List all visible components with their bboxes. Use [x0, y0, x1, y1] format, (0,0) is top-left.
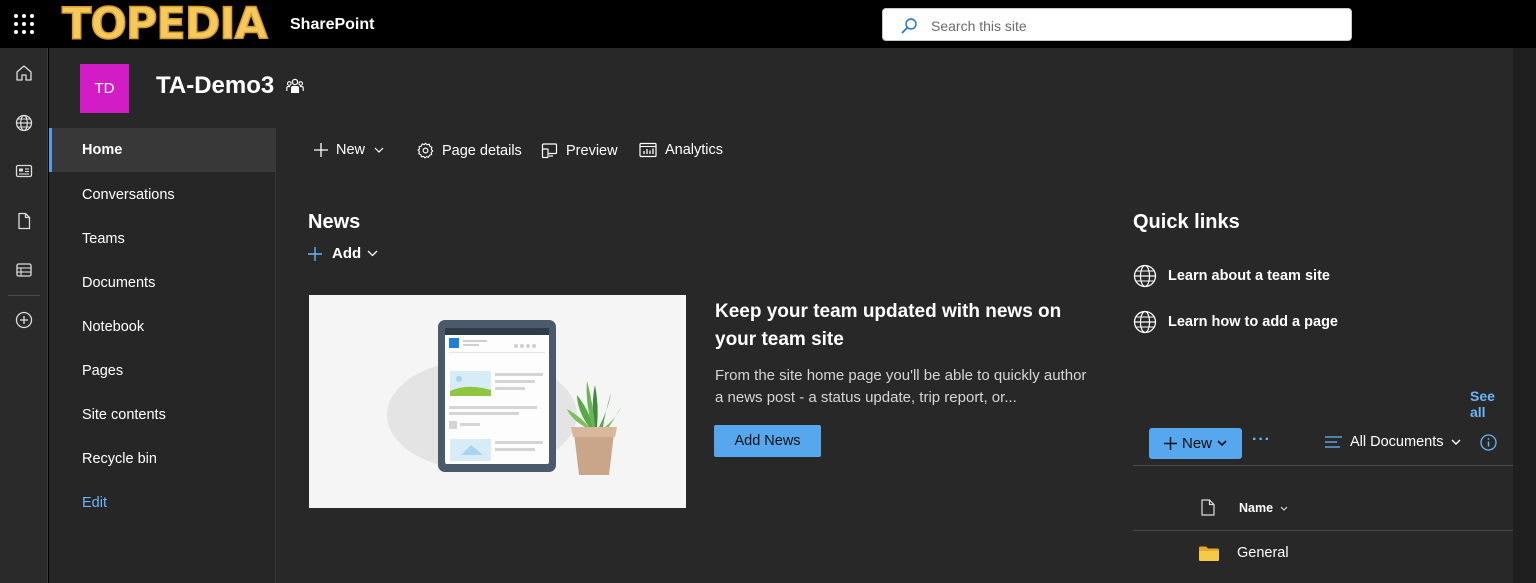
brand-logo: TOPEDIA	[61, 0, 268, 50]
scrollbar-track[interactable]	[1513, 48, 1536, 583]
news-illustration	[309, 295, 686, 508]
site-navigation: Home Conversations Teams Documents Noteb…	[49, 128, 276, 583]
analytics-label: Analytics	[665, 142, 724, 158]
chevron-down-icon	[367, 250, 378, 257]
new-menu-label: New	[336, 142, 366, 158]
nav-item-home[interactable]: Home	[49, 128, 276, 172]
home-icon[interactable]	[14, 63, 34, 83]
view-selector[interactable]: All Documents	[1325, 434, 1461, 450]
info-icon[interactable]	[1480, 434, 1497, 451]
list-header-divider	[1133, 465, 1514, 466]
column-header-name-label: Name	[1239, 501, 1274, 515]
document-icon[interactable]	[14, 211, 34, 231]
view-selector-label: All Documents	[1350, 434, 1444, 450]
preview-label: Preview	[566, 142, 618, 159]
add-circle-icon[interactable]	[14, 310, 34, 330]
news-add-label: Add	[332, 245, 362, 262]
folder-icon	[1199, 546, 1219, 561]
chevron-down-icon	[374, 147, 384, 153]
nav-item-teams[interactable]: Teams	[49, 217, 276, 261]
new-menu-button[interactable]: New	[314, 142, 384, 158]
document-row-name[interactable]: General	[1237, 545, 1289, 561]
app-bar	[0, 48, 48, 583]
search-icon	[901, 18, 917, 34]
quick-link-item[interactable]: Learn how to add a page	[1133, 310, 1338, 334]
globe-icon[interactable]	[14, 113, 34, 133]
nav-item-notebook[interactable]: Notebook	[49, 305, 276, 349]
nav-item-recycle-bin[interactable]: Recycle bin	[49, 437, 276, 481]
file-type-icon[interactable]	[1201, 499, 1215, 516]
documents-new-button[interactable]: New	[1149, 428, 1242, 459]
quick-links-heading: Quick links	[1133, 211, 1240, 233]
news-icon[interactable]	[14, 161, 34, 181]
nav-item-conversations[interactable]: Conversations	[49, 173, 276, 217]
app-name[interactable]: SharePoint	[290, 16, 374, 34]
chevron-down-icon	[1451, 439, 1461, 445]
news-heading: News	[308, 211, 361, 233]
site-header: TD TA-Demo3	[49, 48, 1513, 128]
globe-icon	[1133, 264, 1157, 288]
group-members-icon[interactable]	[286, 78, 304, 94]
news-headline: Keep your team updated with news on your…	[715, 301, 1062, 350]
plus-icon	[314, 143, 328, 157]
plus-icon	[1163, 437, 1177, 450]
site-logo[interactable]: TD	[80, 64, 129, 113]
nav-item-site-contents[interactable]: Site contents	[49, 393, 276, 437]
plus-icon	[308, 246, 322, 261]
analytics-button[interactable]: Analytics	[639, 142, 723, 158]
site-title[interactable]: TA-Demo3	[156, 72, 274, 100]
preview-icon	[541, 143, 558, 159]
quick-link-item[interactable]: Learn about a team site	[1133, 264, 1330, 288]
news-description: From the site home page you'll be able t…	[715, 367, 1087, 406]
column-header-name[interactable]: Name	[1239, 501, 1288, 515]
nav-item-documents[interactable]: Documents	[49, 261, 276, 305]
chevron-down-icon	[1217, 440, 1227, 447]
analytics-icon	[639, 142, 657, 158]
news-add-button[interactable]: Add	[308, 245, 378, 262]
main-area: TD TA-Demo3 Home Conversations Teams Doc…	[49, 48, 1514, 583]
documents-new-label: New	[1181, 435, 1212, 452]
search-placeholder: Search this site	[931, 18, 1027, 34]
gear-icon	[417, 142, 434, 159]
suite-header: TOPEDIA SharePoint Search this site	[0, 0, 1536, 48]
app-launcher-icon[interactable]	[14, 14, 34, 34]
see-all-link[interactable]: See all	[1470, 388, 1513, 420]
rail-divider	[8, 295, 40, 296]
nav-item-pages[interactable]: Pages	[49, 349, 276, 393]
globe-icon	[1133, 310, 1157, 334]
command-bar: New Page details Preview Analytics	[277, 128, 1077, 176]
nav-edit-link[interactable]: Edit	[49, 481, 276, 525]
quick-link-label: Learn how to add a page	[1168, 314, 1338, 330]
add-news-button[interactable]: Add News	[714, 425, 821, 457]
search-input[interactable]: Search this site	[882, 8, 1352, 41]
chevron-down-icon	[1280, 506, 1288, 511]
quick-link-label: Learn about a team site	[1168, 268, 1330, 284]
list-row-divider	[1133, 530, 1514, 531]
view-lines-icon	[1325, 436, 1342, 448]
page-details-button[interactable]: Page details	[417, 142, 522, 159]
list-icon[interactable]	[14, 260, 34, 280]
page-details-label: Page details	[442, 142, 522, 159]
preview-button[interactable]: Preview	[541, 142, 618, 159]
more-options-button[interactable]: ···	[1252, 431, 1271, 449]
